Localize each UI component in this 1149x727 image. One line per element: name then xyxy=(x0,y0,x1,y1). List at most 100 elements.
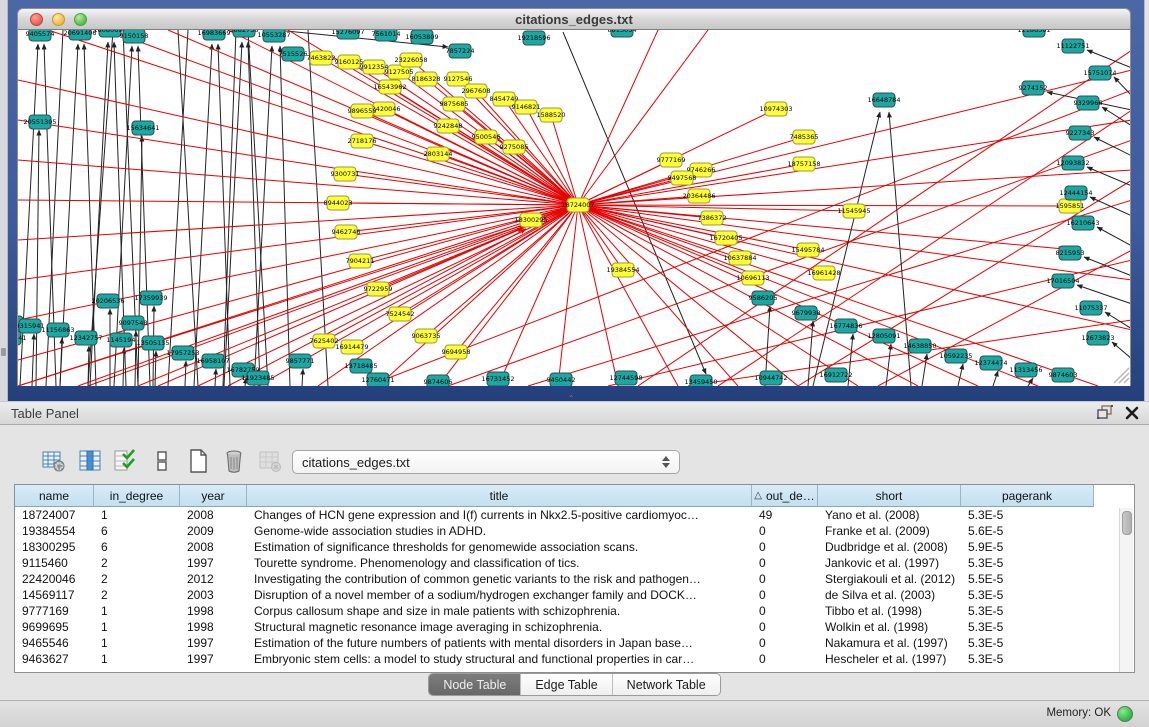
scrollbar-thumb[interactable] xyxy=(1122,511,1132,535)
citation-edge-black[interactable] xyxy=(922,354,927,386)
graph-node-teal[interactable]: 9097548 xyxy=(119,316,148,330)
graph-node-teal[interactable]: 12744598 xyxy=(609,371,642,385)
graph-node-yellow[interactable]: 7386372 xyxy=(698,211,727,225)
graph-node-teal[interactable]: 16774836 xyxy=(829,319,862,333)
tab-edge-table[interactable]: Edge Table xyxy=(520,674,611,695)
graph-node-yellow[interactable]: 9462746 xyxy=(332,225,361,239)
graph-node-yellow[interactable]: 2718176 xyxy=(348,134,377,148)
select-all-button[interactable] xyxy=(112,449,139,476)
graph-node-yellow[interactable]: 7524542 xyxy=(386,307,415,321)
graph-node-yellow[interactable]: 10974303 xyxy=(759,102,792,116)
graph-node-teal[interactable]: 12093832 xyxy=(1056,156,1089,170)
citation-edge-black[interactable] xyxy=(138,136,142,386)
citation-network-graph[interactable]: 1872400718300295977716997462669497568203… xyxy=(18,30,1131,386)
graph-node-teal[interactable]: 13718485 xyxy=(344,359,377,373)
table-row[interactable]: 1456911722003Disruption of a novel membe… xyxy=(15,587,1134,603)
network-window-titlebar[interactable]: citations_edges.txt xyxy=(17,8,1131,30)
graph-node-yellow[interactable]: 16961428 xyxy=(807,266,840,280)
table-row[interactable]: 946362711997Embryonic stem cells: a mode… xyxy=(15,651,1134,667)
citation-edge-black[interactable] xyxy=(808,321,813,386)
new-file-button[interactable] xyxy=(184,449,211,476)
graph-node-yellow[interactable]: 9896559 xyxy=(348,104,377,118)
graph-node-teal[interactable]: 7857224 xyxy=(446,44,475,58)
graph-node-teal[interactable]: 16210643 xyxy=(1066,216,1099,230)
graph-node-yellow[interactable]: 20364486 xyxy=(682,189,715,203)
graph-node-yellow[interactable]: 7625402 xyxy=(310,334,339,348)
network-view-canvas[interactable]: 1872400718300295977716997462669497568203… xyxy=(17,30,1131,386)
graph-node-teal[interactable]: 8215953 xyxy=(1056,246,1085,260)
graph-node-teal[interactable]: 16912722 xyxy=(819,368,852,382)
graph-node-teal[interactable]: 16648784 xyxy=(867,93,900,107)
graph-node-yellow[interactable]: 7485365 xyxy=(790,130,819,144)
graph-node-teal[interactable]: 9227343 xyxy=(1066,126,1095,140)
graph-node-teal[interactable]: 12342757 xyxy=(69,331,102,345)
citation-edge-black[interactable] xyxy=(32,334,34,386)
citation-edge-black[interactable] xyxy=(155,351,156,386)
graph-node-teal[interactable]: 17957253 xyxy=(166,346,199,360)
graph-node-teal[interactable]: 7561014 xyxy=(372,30,401,41)
graph-node-teal[interactable]: 15634641 xyxy=(126,121,159,135)
graph-node-teal[interactable]: 20691406 xyxy=(63,30,96,40)
graph-node-yellow[interactable]: 16914479 xyxy=(335,340,368,354)
citation-edge-black[interactable] xyxy=(194,44,212,386)
graph-node-yellow[interactable]: 7463822 xyxy=(307,51,336,65)
citation-edge-red[interactable] xyxy=(18,205,578,280)
graph-node-teal[interactable]: 10944742 xyxy=(754,371,787,385)
table-row[interactable]: 946554611997Estimation of the future num… xyxy=(15,635,1134,651)
citation-edge-black[interactable] xyxy=(123,348,124,386)
graph-node-teal[interactable]: 10553287 xyxy=(257,30,290,42)
graph-node-yellow[interactable]: 9242848 xyxy=(434,119,463,133)
graph-node-teal[interactable]: 12374474 xyxy=(974,356,1007,370)
graph-node-yellow[interactable]: 8944023 xyxy=(324,196,353,210)
column-header-year[interactable]: year xyxy=(180,485,247,507)
graph-node-teal[interactable]: 19218596 xyxy=(517,31,550,45)
citation-edge-black[interactable] xyxy=(1094,137,1131,156)
citation-edge-red[interactable] xyxy=(578,170,1131,205)
graph-node-yellow[interactable]: 9275085 xyxy=(500,140,529,154)
graph-node-teal[interactable]: 9586205 xyxy=(749,291,778,305)
graph-node-yellow[interactable]: 10696113 xyxy=(736,271,769,285)
graph-node-yellow[interactable]: 19384554 xyxy=(606,263,639,277)
table-selector-dropdown[interactable]: citations_edges.txt xyxy=(292,450,680,474)
graph-node-teal[interactable]: 13459450 xyxy=(684,375,717,386)
citation-edge-black[interactable] xyxy=(185,361,186,386)
graph-node-teal[interactable]: 15751074 xyxy=(1083,66,1116,80)
citation-edge-black[interactable] xyxy=(302,369,303,386)
citation-edge-red[interactable] xyxy=(558,205,578,386)
citation-edge-red[interactable] xyxy=(578,70,1131,205)
graph-node-yellow[interactable]: 8186328 xyxy=(412,72,441,86)
citation-edge-black[interactable] xyxy=(1102,107,1131,126)
graph-node-teal[interactable]: 12186561 xyxy=(1017,30,1050,37)
column-header-pagerank[interactable]: pagerank xyxy=(961,485,1094,507)
column-header-name[interactable]: name xyxy=(15,485,94,507)
column-header-short[interactable]: short xyxy=(818,485,961,507)
table-row[interactable]: 1830029562008Estimation of significance … xyxy=(15,539,1134,555)
graph-node-yellow[interactable]: 9777169 xyxy=(657,153,686,167)
table-row[interactable]: 911546021997Tourette syndrome. Phenomeno… xyxy=(15,555,1134,571)
graph-node-yellow[interactable]: 9694958 xyxy=(442,345,471,359)
graph-node-teal[interactable]: 9874603 xyxy=(1049,368,1078,382)
tab-network-table[interactable]: Network Table xyxy=(612,674,720,695)
graph-node-yellow[interactable]: 2803144 xyxy=(424,147,453,161)
graph-node-yellow[interactable]: 9063735 xyxy=(412,329,441,343)
graph-node-teal[interactable]: 12444154 xyxy=(1059,186,1092,200)
citation-edge-red[interactable] xyxy=(338,203,578,205)
graph-node-teal[interactable]: 9405574 xyxy=(26,30,55,41)
graph-node-yellow[interactable]: 7904211 xyxy=(346,254,375,268)
graph-node-yellow[interactable]: 9300731 xyxy=(331,167,360,181)
table-settings-button[interactable] xyxy=(40,449,67,476)
graph-node-yellow[interactable]: 9500546 xyxy=(472,130,501,144)
memory-status-icon[interactable] xyxy=(1117,706,1133,722)
graph-node-yellow[interactable]: 9722959 xyxy=(364,282,393,296)
graph-node-teal[interactable]: 20551305 xyxy=(23,115,56,129)
citation-edge-black[interactable] xyxy=(958,364,963,386)
graph-node-yellow[interactable]: 10637884 xyxy=(723,251,756,265)
column-header-in_degree[interactable]: in_degree xyxy=(94,485,180,507)
delete-button[interactable] xyxy=(220,449,247,476)
graph-node-teal[interactable]: 1145194 xyxy=(107,333,136,347)
graph-node-teal[interactable]: 16731452 xyxy=(481,372,514,386)
table-row[interactable]: 969969511998Structural magnetic resonanc… xyxy=(15,619,1134,635)
column-header-title[interactable]: title xyxy=(247,485,752,507)
citation-edge-red[interactable] xyxy=(578,30,658,205)
column-header-out_degree[interactable]: △out_de… xyxy=(752,485,818,507)
